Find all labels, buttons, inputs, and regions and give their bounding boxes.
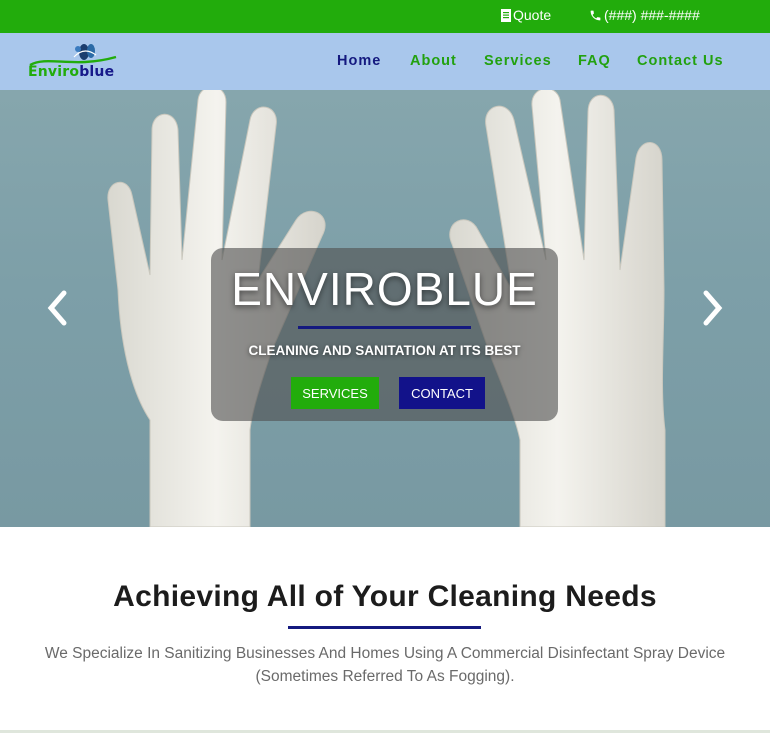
hero-caption-box: ENVIROBLUE CLEANING AND SANITATION AT IT… [211, 248, 558, 421]
chevron-left-icon[interactable] [46, 290, 70, 326]
nav-item-services[interactable]: Services [484, 53, 552, 69]
chevron-right-icon[interactable] [700, 290, 724, 326]
top-bar: Quote (###) ###-#### [0, 0, 770, 33]
quote-link[interactable]: Quote [501, 7, 551, 23]
main-navbar: Enviroblue Home About Services FAQ Conta… [0, 33, 770, 90]
hero-title: ENVIROBLUE [231, 263, 538, 315]
phone-link[interactable]: (###) ###-#### [589, 7, 700, 23]
nav-menu: Home About Services FAQ Contact Us [0, 53, 770, 73]
nav-item-about[interactable]: About [410, 53, 457, 69]
nav-item-contact-us[interactable]: Contact Us [637, 53, 724, 69]
section-divider [288, 626, 481, 629]
hero-subtitle: CLEANING AND SANITATION AT ITS BEST [248, 343, 521, 358]
hero-slider: ENVIROBLUE CLEANING AND SANITATION AT IT… [0, 90, 770, 527]
nav-item-home[interactable]: Home [337, 53, 381, 69]
quote-label: Quote [513, 7, 552, 23]
document-icon [501, 8, 511, 22]
contact-button[interactable]: CONTACT [399, 377, 485, 409]
phone-icon [590, 10, 601, 20]
section-description: We Specialize In Sanitizing Businesses A… [44, 645, 726, 685]
hero-divider [298, 326, 471, 329]
section-heading: Achieving All of Your Cleaning Needs [113, 580, 657, 613]
phone-label: (###) ###-#### [604, 7, 700, 23]
services-button[interactable]: SERVICES [291, 377, 379, 409]
nav-item-faq[interactable]: FAQ [578, 53, 611, 69]
